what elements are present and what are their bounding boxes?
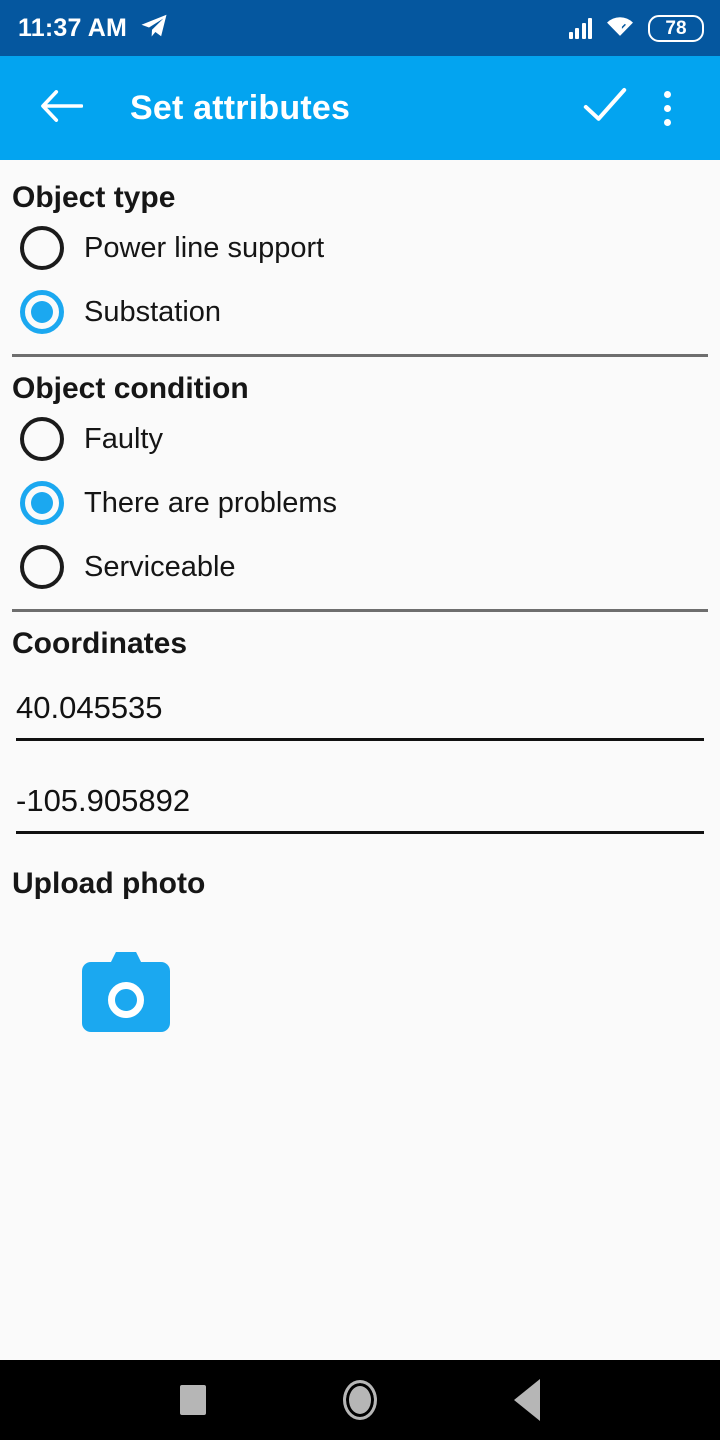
section-title-coordinates: Coordinates: [12, 627, 188, 660]
section-title-object-type: Object type: [12, 181, 176, 214]
back-arrow-icon: [39, 88, 84, 129]
status-bar-left: 11:37 AM: [18, 11, 169, 46]
telegram-icon: [139, 11, 169, 46]
radio-label: There are problems: [84, 486, 338, 519]
latitude-value: 40.045535: [16, 689, 163, 725]
more-vertical-icon: [663, 90, 671, 126]
radio-indicator: [20, 417, 64, 461]
confirm-button[interactable]: [574, 77, 636, 139]
radio-option-faulty[interactable]: Faulty: [0, 407, 720, 471]
home-button[interactable]: [328, 1368, 392, 1432]
check-icon: [581, 86, 629, 131]
wifi-icon: [605, 14, 635, 43]
longitude-value: -105.905892: [16, 782, 191, 818]
section-title-object-condition: Object condition: [12, 372, 249, 405]
radio-indicator-selected: [20, 290, 64, 334]
attributes-form: Object type Power line support Substatio…: [0, 160, 720, 1360]
radio-indicator: [20, 226, 64, 270]
radio-label: Power line support: [84, 231, 325, 264]
longitude-underline: [16, 831, 704, 834]
triangle-back-icon: [513, 1379, 540, 1421]
section-divider: [12, 609, 708, 612]
circle-home-icon: [342, 1380, 377, 1420]
battery-indicator: 78: [648, 14, 704, 42]
app-bar: Set attributes: [0, 56, 720, 160]
overflow-menu-button[interactable]: [636, 77, 698, 139]
recents-button[interactable]: [161, 1368, 225, 1432]
section-title-upload-photo: Upload photo: [12, 867, 206, 900]
radio-option-substation[interactable]: Substation: [0, 280, 720, 344]
status-bar: 11:37 AM 78: [0, 0, 720, 56]
latitude-field[interactable]: 40.045535: [0, 676, 720, 741]
radio-label: Serviceable: [84, 550, 236, 583]
status-bar-right: 78: [568, 14, 704, 43]
battery-level-text: 78: [665, 17, 687, 39]
radio-label: Faulty: [84, 422, 163, 455]
radio-indicator-selected: [20, 481, 64, 525]
radio-label: Substation: [84, 295, 222, 328]
radio-indicator: [20, 545, 64, 589]
camera-button[interactable]: [82, 944, 170, 1032]
square-recents-icon: [180, 1385, 207, 1415]
back-button[interactable]: [30, 77, 92, 139]
radio-option-serviceable[interactable]: Serviceable: [0, 535, 720, 599]
status-time: 11:37 AM: [18, 13, 128, 42]
back-nav-button[interactable]: [495, 1368, 559, 1432]
radio-option-there-are-problems[interactable]: There are problems: [0, 471, 720, 535]
latitude-underline: [16, 738, 704, 741]
android-navigation-bar: [0, 1360, 720, 1440]
signal-bars-icon: [568, 17, 592, 39]
phone-screen: 11:37 AM 78 Set attributes Object type P…: [0, 0, 720, 1440]
longitude-field[interactable]: -105.905892: [0, 769, 720, 834]
page-title: Set attributes: [130, 88, 351, 127]
radio-option-power-line-support[interactable]: Power line support: [0, 216, 720, 280]
section-divider: [12, 354, 708, 357]
